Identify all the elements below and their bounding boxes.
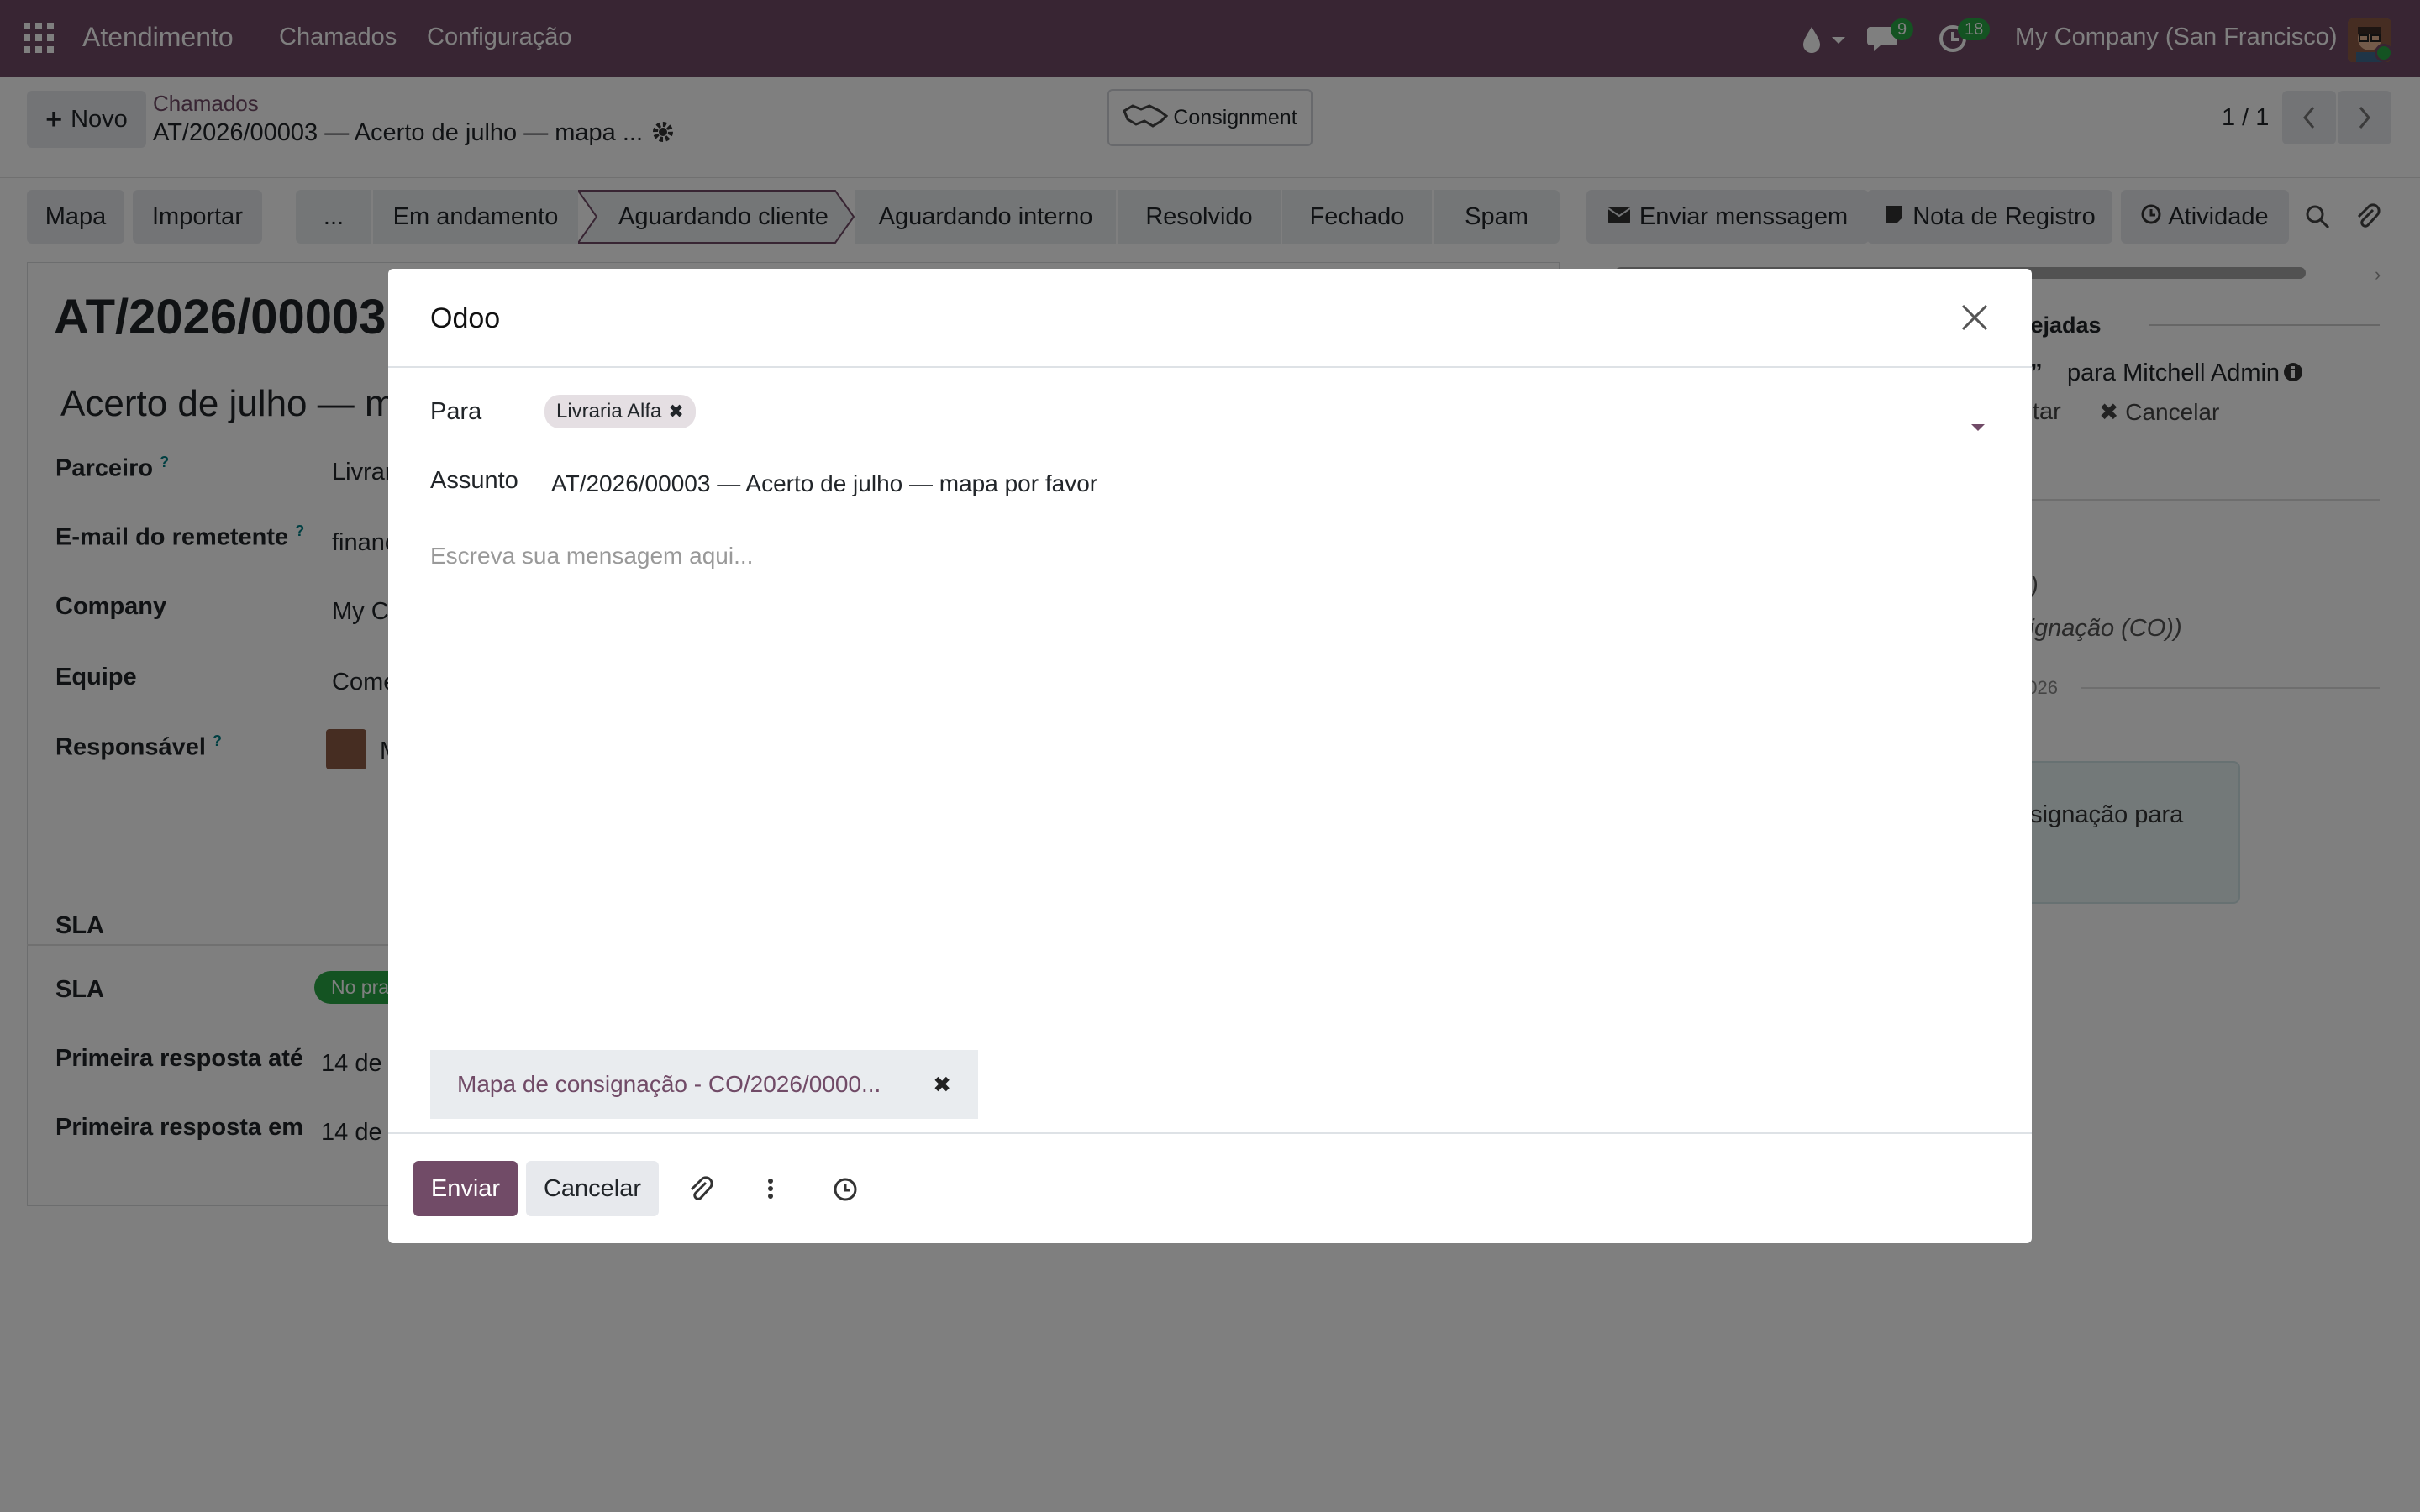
recipient-tag: Livraria Alfa ✖ xyxy=(544,395,696,428)
recipient-tag-label: Livraria Alfa xyxy=(556,400,662,423)
subject-input[interactable]: AT/2026/00003 — Acerto de julho — mapa p… xyxy=(551,470,1097,497)
cancel-button[interactable]: Cancelar xyxy=(526,1161,659,1216)
message-body-editor[interactable]: Escreva sua mensagem aqui... xyxy=(430,543,753,570)
attachment-name[interactable]: Mapa de consignação - CO/2026/0000... xyxy=(457,1071,881,1098)
remove-tag-icon[interactable]: ✖ xyxy=(668,401,683,423)
send-button[interactable]: Enviar xyxy=(413,1161,518,1216)
subject-label: Assunto xyxy=(430,467,518,494)
remove-attachment-icon[interactable]: ✖ xyxy=(933,1072,951,1098)
attach-file-icon[interactable] xyxy=(686,1174,714,1203)
schedule-clock-icon[interactable] xyxy=(832,1176,859,1203)
compose-dialog: Odoo Para Livraria Alfa ✖ Assunto AT/202… xyxy=(388,269,2032,1243)
more-options-icon[interactable] xyxy=(765,1174,776,1203)
dialog-title: Odoo xyxy=(430,302,501,334)
caret-down-icon[interactable] xyxy=(1970,412,1986,431)
attachment-card[interactable]: Mapa de consignação - CO/2026/0000... ✖ xyxy=(430,1050,978,1119)
dialog-footer-divider xyxy=(388,1132,2032,1134)
close-icon[interactable] xyxy=(1958,301,1991,334)
to-label: Para xyxy=(430,398,482,425)
dialog-header-divider xyxy=(388,366,2032,368)
